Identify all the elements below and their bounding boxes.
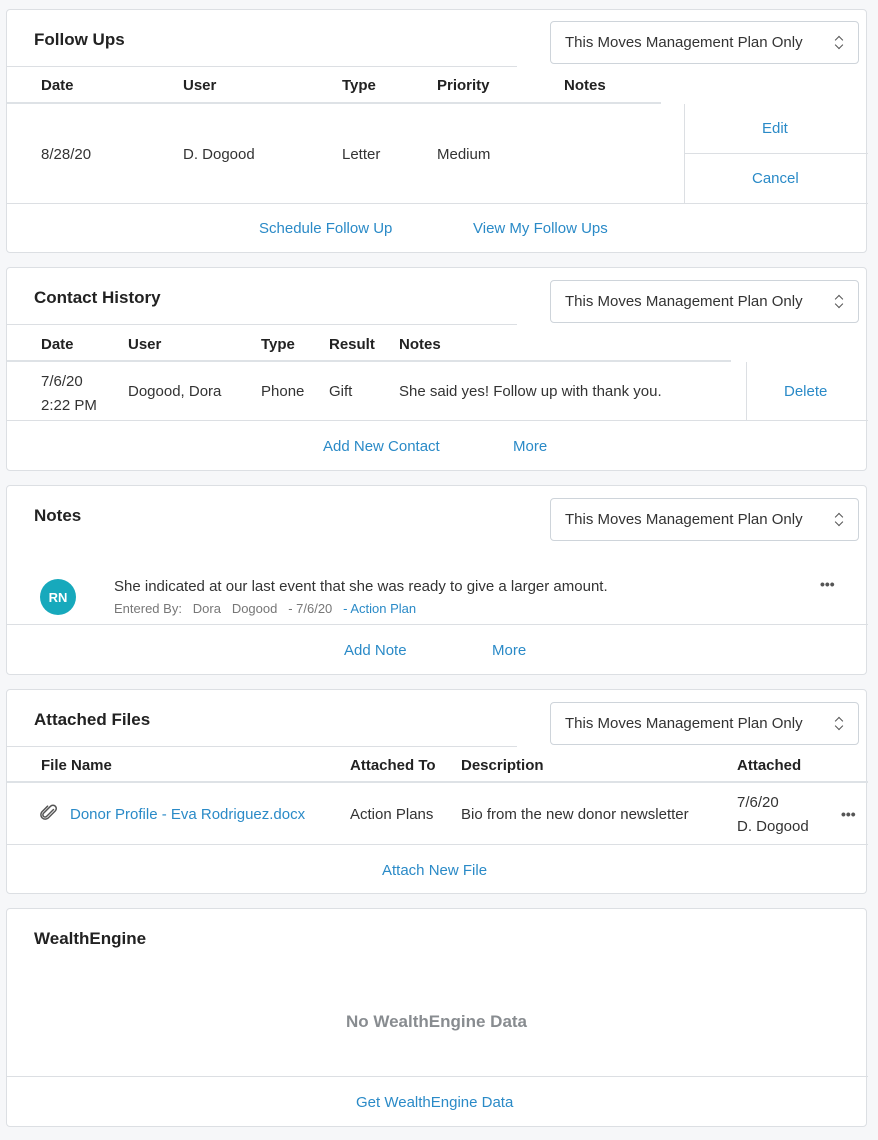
add-new-contact-link[interactable]: Add New Contact <box>323 438 440 455</box>
more-options-icon[interactable]: ••• <box>841 806 856 822</box>
wealthengine-card: WealthEngine No WealthEngine Data Get We… <box>6 908 868 1127</box>
edit-link[interactable]: Edit <box>762 120 788 137</box>
contact-history-title: Contact History <box>34 288 161 307</box>
cell-notes: She said yes! Follow up with thank you. <box>399 383 662 400</box>
header-divider <box>7 781 868 783</box>
schedule-follow-up-link[interactable]: Schedule Follow Up <box>259 220 392 237</box>
divider <box>7 66 517 67</box>
col-header-date: Date <box>41 336 74 353</box>
col-header-user: User <box>128 336 162 353</box>
col-header-notes: Notes <box>399 336 441 353</box>
attached-files-card: Attached Files This Moves Management Pla… <box>6 689 868 894</box>
header-divider <box>7 102 661 104</box>
empty-state-message: No WealthEngine Data <box>345 1012 528 1031</box>
cell-date-time: 2:22 PM <box>41 397 97 414</box>
avatar: RN <box>40 579 76 615</box>
notes-card: Notes This Moves Management Plan Only RN… <box>6 485 868 675</box>
wealthengine-title: WealthEngine <box>34 929 147 948</box>
cell-date: 7/6/20 2:22 PM <box>41 370 97 418</box>
contact-history-card: Contact History This Moves Management Pl… <box>6 267 868 471</box>
attach-new-file-link[interactable]: Attach New File <box>382 862 487 879</box>
cell-date-day: 7/6/20 <box>41 373 83 390</box>
chevron-updown-icon <box>834 36 844 50</box>
cell-attached-to: Action Plans <box>350 806 434 823</box>
cell-attached: 7/6/20 D. Dogood <box>737 791 809 839</box>
col-header-priority: Priority <box>437 77 490 94</box>
plan-filter-value: This Moves Management Plan Only <box>565 293 803 310</box>
paperclip-icon <box>40 804 57 820</box>
cell-type: Phone <box>261 383 305 400</box>
divider <box>7 624 868 625</box>
divider <box>7 746 517 747</box>
add-note-link[interactable]: Add Note <box>344 642 407 659</box>
cell-user: Dogood, Dora <box>128 383 222 400</box>
chevron-updown-icon <box>834 717 844 731</box>
cell-result: Gift <box>329 383 353 400</box>
cell-date: 8/28/20 <box>41 146 92 163</box>
cancel-link[interactable]: Cancel <box>752 170 799 187</box>
col-header-result: Result <box>329 336 375 353</box>
cell-user: D. Dogood <box>183 146 255 163</box>
follow-ups-plan-filter[interactable]: This Moves Management Plan Only <box>550 21 859 64</box>
plan-filter-value: This Moves Management Plan Only <box>565 715 803 732</box>
col-header-date: Date <box>41 77 74 94</box>
entered-by-label: Entered By: <box>114 601 182 616</box>
entered-by-first: Dora <box>192 601 221 616</box>
get-wealthengine-data-link[interactable]: Get WealthEngine Data <box>356 1094 513 1111</box>
chevron-updown-icon <box>834 513 844 527</box>
contact-history-plan-filter[interactable]: This Moves Management Plan Only <box>550 280 859 323</box>
divider <box>7 324 517 325</box>
col-header-user: User <box>183 77 217 94</box>
cell-attached-by: D. Dogood <box>737 818 809 835</box>
more-link[interactable]: More <box>492 642 526 659</box>
more-options-icon[interactable]: ••• <box>820 576 835 592</box>
note-text: She indicated at our last event that she… <box>114 578 608 595</box>
delete-link[interactable]: Delete <box>784 383 827 400</box>
col-header-file-name: File Name <box>41 757 112 774</box>
plan-filter-value: This Moves Management Plan Only <box>565 511 803 528</box>
divider <box>685 153 868 154</box>
cell-type: Letter <box>342 146 381 163</box>
notes-title: Notes <box>34 506 82 525</box>
divider <box>7 203 868 204</box>
divider <box>7 844 868 845</box>
header-divider <box>7 360 731 362</box>
action-plan-link[interactable]: - Action Plan <box>343 601 416 616</box>
chevron-updown-icon <box>834 295 844 309</box>
notes-plan-filter[interactable]: This Moves Management Plan Only <box>550 498 859 541</box>
divider <box>746 362 747 420</box>
col-header-attached: Attached <box>737 757 802 774</box>
col-header-attached-to: Attached To <box>350 757 436 774</box>
note-meta: Entered By: Dora Dogood - 7/6/20 - Actio… <box>114 601 416 616</box>
cell-priority: Medium <box>437 146 491 163</box>
attached-files-title: Attached Files <box>34 710 151 729</box>
follow-ups-title: Follow Ups <box>34 30 125 49</box>
view-my-follow-ups-link[interactable]: View My Follow Ups <box>473 220 608 237</box>
col-header-notes: Notes <box>564 77 606 94</box>
divider <box>7 420 868 421</box>
file-name-link[interactable]: Donor Profile - Eva Rodriguez.docx <box>70 806 305 823</box>
more-link[interactable]: More <box>513 438 547 455</box>
cell-description: Bio from the new donor newsletter <box>461 806 689 823</box>
plan-filter-value: This Moves Management Plan Only <box>565 34 803 51</box>
col-header-description: Description <box>461 757 544 774</box>
col-header-type: Type <box>261 336 295 353</box>
entered-by-last: Dogood <box>231 601 278 616</box>
cell-attached-date: 7/6/20 <box>737 794 779 811</box>
note-date: - 7/6/20 <box>288 601 333 616</box>
col-header-type: Type <box>342 77 376 94</box>
follow-ups-card: Follow Ups This Moves Management Plan On… <box>6 9 868 253</box>
attached-files-plan-filter[interactable]: This Moves Management Plan Only <box>550 702 859 745</box>
divider <box>7 1076 868 1077</box>
